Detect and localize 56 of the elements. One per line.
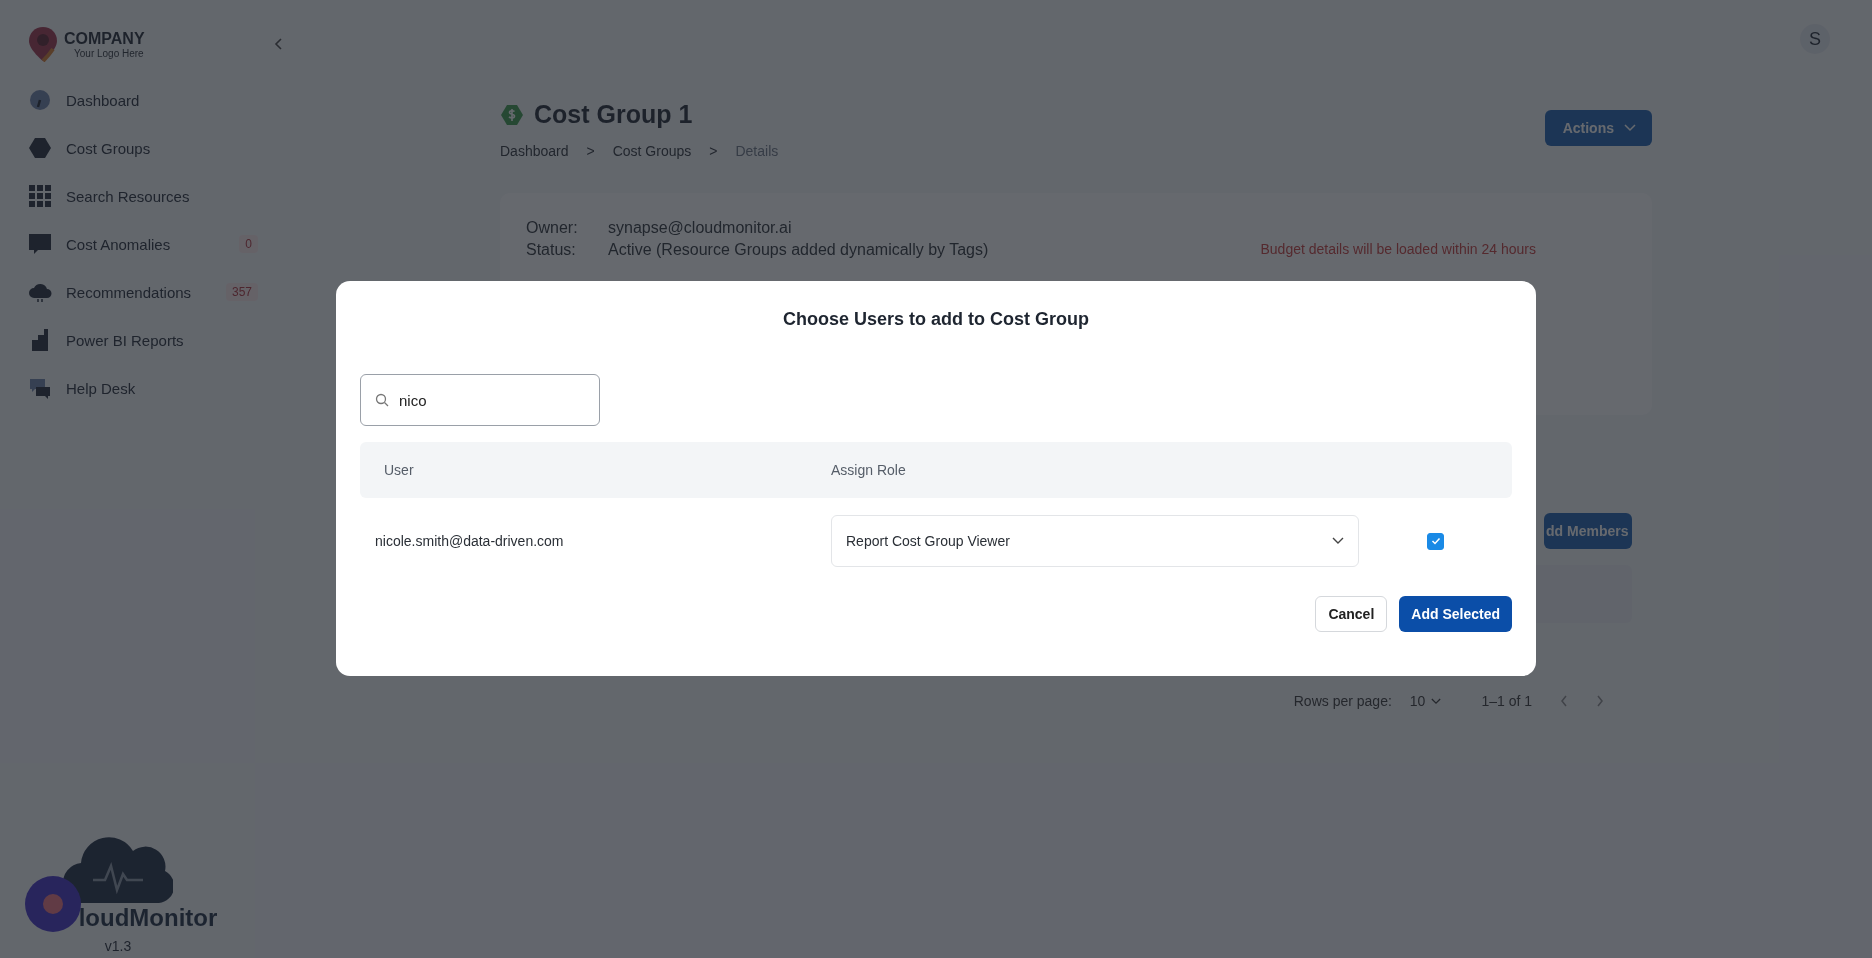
- next-page-icon[interactable]: [1596, 694, 1604, 708]
- page-title: Cost Group 1: [534, 100, 693, 129]
- detail-label: Status:: [526, 241, 577, 259]
- previous-page-icon[interactable]: [1560, 694, 1568, 708]
- count-badge: 357: [225, 283, 258, 301]
- breadcrumb-link[interactable]: Dashboard: [500, 143, 569, 159]
- actions-button[interactable]: Actions: [1544, 110, 1652, 146]
- add-selected-button[interactable]: Add Selected: [1399, 596, 1512, 632]
- sidebar-item[interactable]: Recommendations 357: [28, 268, 258, 316]
- breadcrumb-separator: >: [586, 143, 595, 159]
- rows-per-page-label: Rows per page:: [1293, 693, 1392, 709]
- speech-bubble-icon: [28, 232, 52, 256]
- hexagon-icon: [28, 136, 52, 160]
- column-header: Assign Role: [831, 462, 906, 478]
- sidebar-item[interactable]: Cost Groups: [28, 124, 258, 172]
- detail-value: synapse@cloudmonitor.ai: [608, 219, 792, 237]
- detail-label: Owner:: [526, 219, 579, 237]
- location-pin-logo-icon: [28, 26, 58, 62]
- breadcrumb-link[interactable]: Cost Groups: [612, 143, 692, 159]
- logo-tagline: Your Logo Here: [74, 47, 145, 59]
- sidebar-item[interactable]: Cost Anomalies 0: [28, 220, 258, 268]
- page-range: 1–1 of 1: [1481, 693, 1532, 709]
- user-avatar[interactable]: S: [1800, 24, 1830, 54]
- grid-icon: [28, 184, 52, 208]
- dialog-title: Choose Users to add to Cost Group: [782, 309, 1090, 330]
- cancel-button[interactable]: Cancel: [1315, 596, 1388, 632]
- column-header: User: [384, 462, 415, 478]
- rows-per-page-select[interactable]: 10: [1409, 693, 1442, 709]
- sidebar-item[interactable]: Help Desk: [28, 364, 258, 412]
- chat-launcher-button[interactable]: [25, 876, 81, 932]
- count-badge: 0: [239, 235, 258, 253]
- row-checkbox[interactable]: [1427, 532, 1444, 550]
- role-select[interactable]: Report Cost Group Viewer: [831, 515, 1359, 567]
- chat-bubbles-icon: [28, 376, 52, 400]
- checkmark-icon: [1430, 537, 1441, 545]
- brand-name: loudMonitor: [78, 904, 218, 932]
- add-members-button[interactable]: dd Members: [1544, 513, 1632, 549]
- user-email: nicole.smith@data-driven.com: [374, 533, 565, 549]
- sidebar-item[interactable]: Power BI Reports: [28, 316, 258, 364]
- version-label: v1.3: [104, 938, 132, 954]
- caret-icon: [1431, 697, 1442, 705]
- sidebar-item[interactable]: Search Resources: [28, 172, 258, 220]
- company-name: COMPANY: [64, 29, 145, 48]
- caret-icon: [1624, 124, 1636, 132]
- dollar-hexagon-icon: [500, 102, 524, 127]
- collapse-chevron-icon[interactable]: [274, 37, 284, 51]
- sidebar-item[interactable]: Dashboard: [28, 76, 258, 124]
- detail-value: Active (Resource Groups added dynamically by Tags): [608, 241, 989, 259]
- dot-icon: [43, 894, 63, 914]
- budget-notice: Budget details will be loaded within 24 hours: [1260, 241, 1536, 259]
- breadcrumb-separator: >: [709, 143, 718, 159]
- cloud-pulse-logo-icon: [63, 836, 173, 904]
- gauge-icon: [28, 88, 52, 112]
- search-icon: [375, 393, 389, 407]
- search-field[interactable]: nico: [360, 374, 600, 426]
- caret-icon: [1332, 537, 1344, 545]
